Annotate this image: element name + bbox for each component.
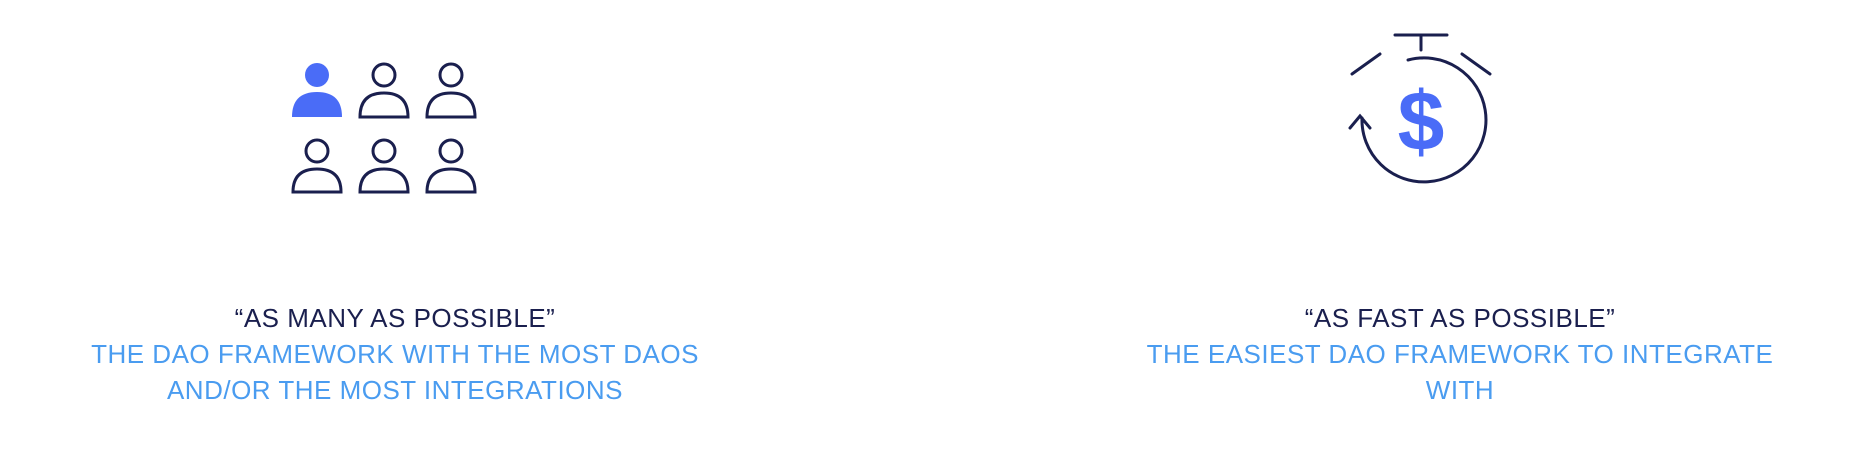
left-text-block: “AS MANY AS POSSIBLE” THE DAO FRAMEWORK … [0, 300, 790, 408]
people-group-icon [290, 60, 480, 195]
right-feature-column: $ “AS FAST AS POSSIBLE” THE EASIEST DAO … [1060, 0, 1860, 462]
dollar-glyph: $ [1398, 74, 1445, 168]
right-subtitle-line2: WITH [1425, 375, 1495, 405]
person-outline-icon [425, 138, 477, 194]
person-outline-icon [425, 62, 477, 119]
right-subtitle-line1: THE EASIEST DAO FRAMEWORK TO INTEGRATE [1146, 339, 1774, 369]
left-subtitle-line2: AND/OR THE MOST INTEGRATIONS [166, 375, 624, 405]
left-quote: “AS MANY AS POSSIBLE” [234, 303, 556, 333]
person-outline-icon [358, 62, 410, 119]
left-subtitle-line1: THE DAO FRAMEWORK WITH THE MOST DAOS [91, 339, 699, 369]
right-quote: “AS FAST AS POSSIBLE” [1304, 303, 1616, 333]
person-outline-icon [358, 138, 410, 194]
person-outline-icon [291, 138, 343, 194]
right-text-block: “AS FAST AS POSSIBLE” THE EASIEST DAO FR… [1060, 300, 1860, 408]
stopwatch-dollar-icon: $ [1340, 28, 1510, 218]
left-feature-column: “AS MANY AS POSSIBLE” THE DAO FRAMEWORK … [0, 0, 790, 462]
person-filled-icon [292, 63, 342, 117]
